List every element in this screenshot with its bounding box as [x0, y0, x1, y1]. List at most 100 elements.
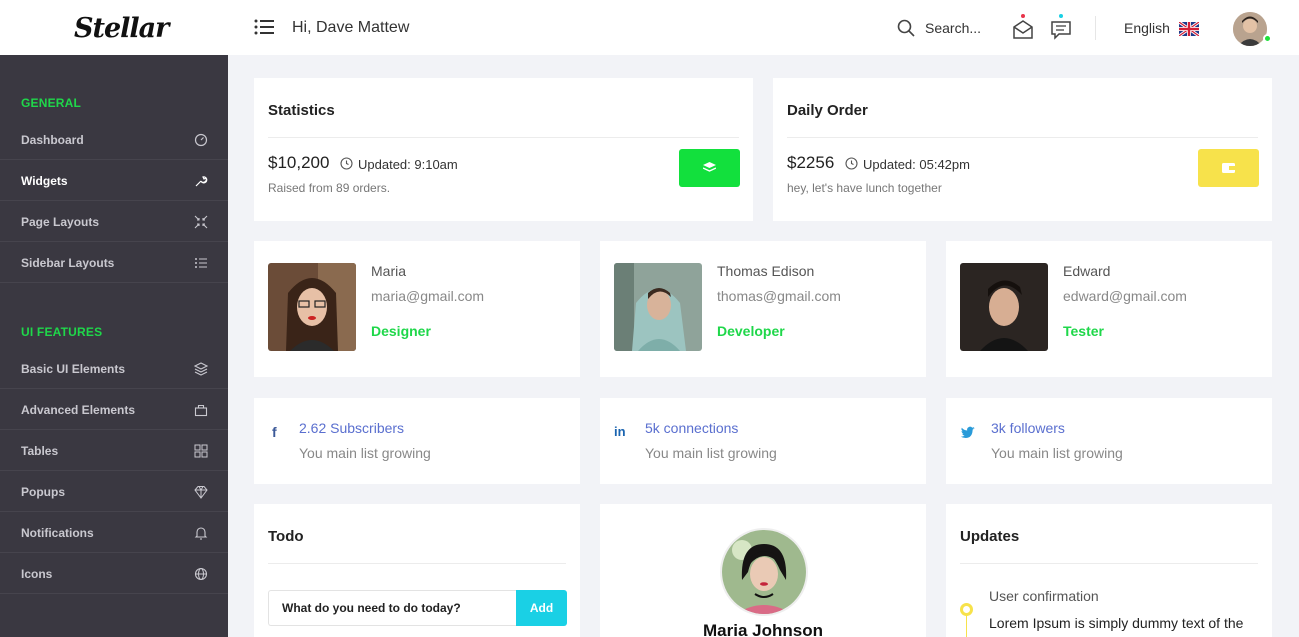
sidebar-item-sidebar-layouts[interactable]: Sidebar Layouts — [0, 243, 228, 283]
card-divider — [268, 137, 739, 138]
profile-avatar — [720, 528, 808, 616]
person-photo — [960, 263, 1048, 351]
sidebar: GENERAL Dashboard Widgets Page Layouts S… — [0, 55, 228, 637]
uk-flag-icon[interactable] — [1179, 22, 1199, 36]
person-card: Thomas Edison thomas@gmail.com Developer — [600, 241, 926, 377]
header-divider — [1095, 16, 1096, 40]
sidebar-section-ui-features: UI FEATURES — [21, 325, 103, 339]
layers-icon — [703, 162, 716, 172]
update-text: Lorem Ipsum is simply dummy text of the — [989, 615, 1244, 631]
social-card-facebook: f 2.62 Subscribers You main list growing — [254, 398, 580, 484]
language-selector[interactable]: English — [1124, 20, 1170, 36]
profile-card: Maria Johnson — [600, 504, 926, 637]
add-todo-button[interactable]: Add — [516, 590, 567, 626]
person-card: Maria maria@gmail.com Designer — [254, 241, 580, 377]
search-icon[interactable] — [897, 19, 915, 37]
sidebar-item-label: Basic UI Elements — [21, 362, 126, 376]
profile-name: Maria Johnson — [703, 621, 823, 637]
greeting-text: Hi, Dave Mattew — [292, 19, 410, 36]
updates-card: Updates User confirmation Lorem Ipsum is… — [946, 504, 1272, 637]
social-subtext: You main list growing — [299, 445, 431, 461]
search-input[interactable]: Search... — [925, 20, 981, 36]
social-count[interactable]: 5k connections — [645, 420, 738, 436]
person-photo — [268, 263, 356, 351]
social-count[interactable]: 3k followers — [991, 420, 1065, 436]
daily-order-subtext: hey, let's have lunch together — [787, 181, 942, 195]
twitter-icon[interactable] — [960, 424, 976, 440]
card-divider — [787, 137, 1258, 138]
todo-card: Todo What do you need to do today? Add — [254, 504, 580, 637]
sidebar-item-label: Sidebar Layouts — [21, 256, 115, 270]
person-card: Edward edward@gmail.com Tester — [946, 241, 1272, 377]
person-email[interactable]: edward@gmail.com — [1063, 288, 1187, 304]
sidebar-item-notifications[interactable]: Notifications — [0, 513, 228, 553]
person-name: Edward — [1063, 263, 1111, 279]
statistics-amount: $10,200 — [268, 153, 330, 172]
wallet-icon — [1222, 163, 1235, 173]
top-header: Stellar Hi, Dave Mattew Search... Englis… — [0, 0, 1299, 55]
clock-icon — [845, 157, 858, 170]
diamond-icon — [194, 486, 208, 499]
updated-time: Updated: 05:42pm — [863, 157, 970, 172]
person-role: Tester — [1063, 323, 1104, 339]
sidebar-item-label: Dashboard — [21, 133, 84, 147]
person-name: Thomas Edison — [717, 263, 815, 279]
sidebar-item-page-layouts[interactable]: Page Layouts — [0, 202, 228, 242]
timeline-dot — [960, 603, 973, 616]
sidebar-item-label: Icons — [21, 567, 53, 581]
globe-icon — [194, 567, 208, 581]
online-status-dot — [1263, 34, 1272, 43]
sidebar-item-label: Notifications — [21, 526, 94, 540]
card-title: Statistics — [268, 102, 335, 119]
mail-icon[interactable] — [1012, 14, 1034, 40]
facebook-icon[interactable]: f — [272, 424, 288, 440]
updated-time: Updated: 9:10am — [358, 157, 458, 172]
sidebar-item-basic-ui-elements[interactable]: Basic UI Elements — [0, 349, 228, 389]
menu-icon[interactable] — [254, 18, 274, 36]
sidebar-item-label: Tables — [21, 444, 59, 458]
person-photo — [614, 263, 702, 351]
person-role: Designer — [371, 323, 431, 339]
linkedin-icon[interactable]: in — [614, 424, 630, 440]
sidebar-section-general: GENERAL — [21, 96, 82, 110]
card-divider — [268, 563, 566, 564]
update-title: User confirmation — [989, 588, 1099, 604]
sidebar-item-advanced-elements[interactable]: Advanced Elements — [0, 390, 228, 430]
layers-icon — [194, 362, 208, 376]
social-card-linkedin: in 5k connections You main list growing — [600, 398, 926, 484]
card-title: Updates — [960, 528, 1020, 545]
sidebar-item-label: Page Layouts — [21, 215, 100, 229]
daily-order-action-button[interactable] — [1198, 149, 1259, 187]
chat-icon[interactable] — [1050, 14, 1072, 40]
person-email[interactable]: maria@gmail.com — [371, 288, 484, 304]
list-icon — [195, 258, 207, 268]
statistics-action-button[interactable] — [679, 149, 740, 187]
sidebar-item-tables[interactable]: Tables — [0, 431, 228, 471]
daily-order-card: Daily Order $2256 Updated: 05:42pm hey, … — [773, 78, 1272, 221]
statistics-subtext: Raised from 89 orders. — [268, 181, 391, 195]
app-logo[interactable]: Stellar — [74, 13, 169, 44]
daily-order-amount: $2256 — [787, 153, 835, 172]
sidebar-item-widgets[interactable]: Widgets — [0, 161, 228, 201]
card-divider — [960, 563, 1258, 564]
person-email[interactable]: thomas@gmail.com — [717, 288, 841, 304]
sidebar-item-dashboard[interactable]: Dashboard — [0, 120, 228, 160]
social-count[interactable]: 2.62 Subscribers — [299, 420, 404, 436]
user-avatar[interactable] — [1233, 12, 1267, 46]
sidebar-item-label: Widgets — [21, 174, 68, 188]
sidebar-item-icons[interactable]: Icons — [0, 554, 228, 594]
sidebar-item-popups[interactable]: Popups — [0, 472, 228, 512]
person-role: Developer — [717, 323, 785, 339]
shrink-icon — [194, 215, 208, 229]
bell-icon — [194, 527, 208, 540]
social-subtext: You main list growing — [645, 445, 777, 461]
sidebar-item-label: Popups — [21, 485, 65, 499]
social-subtext: You main list growing — [991, 445, 1123, 461]
statistics-card: Statistics $10,200 Updated: 9:10am Raise… — [254, 78, 753, 221]
todo-input[interactable]: What do you need to do today? — [268, 590, 518, 626]
clock-icon — [340, 157, 353, 170]
sidebar-item-label: Advanced Elements — [21, 403, 136, 417]
briefcase-icon — [194, 404, 208, 417]
card-title: Todo — [268, 528, 304, 545]
grid-icon — [194, 444, 208, 458]
